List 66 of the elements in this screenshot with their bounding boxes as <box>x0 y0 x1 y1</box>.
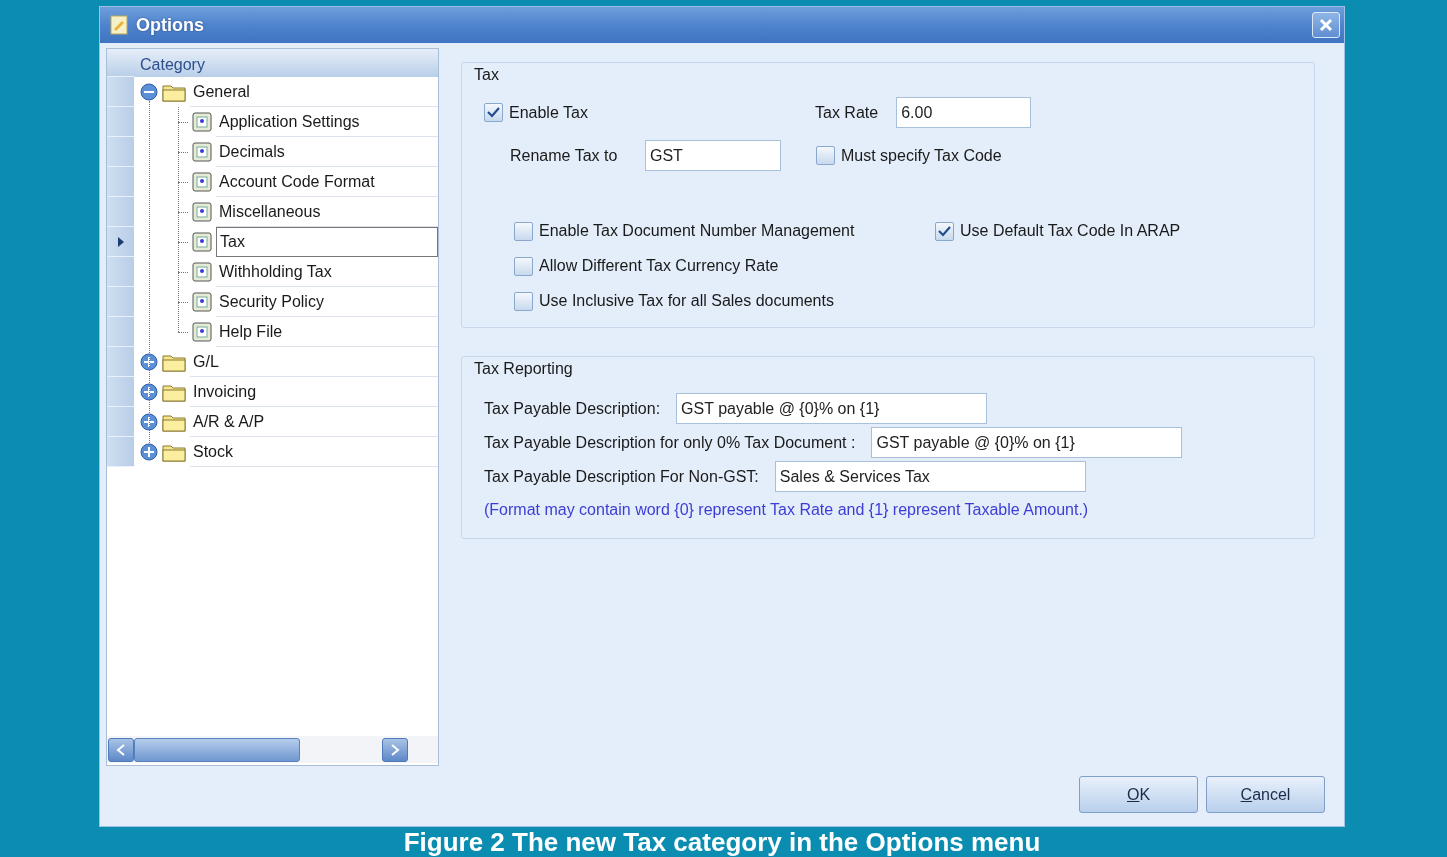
text-field[interactable]: Sales & Services Tax <box>774 461 1086 492</box>
checkbox-label[interactable]: Must specify Tax Code <box>841 143 1002 168</box>
settings-page-icon <box>192 232 212 252</box>
tree-item[interactable]: Account Code Format <box>216 167 438 197</box>
tree-item[interactable]: Withholding Tax <box>216 257 438 287</box>
settings-page-icon <box>192 322 212 342</box>
settings-page-icon <box>192 292 212 312</box>
text-field[interactable]: GST payable @ {0}% on {1} <box>676 393 988 424</box>
folder-icon <box>162 442 186 462</box>
tree-item[interactable]: A/R & A/P <box>190 407 438 437</box>
text-field[interactable]: GST <box>645 140 781 171</box>
settings-page-icon <box>192 202 212 222</box>
tree-item[interactable]: Decimals <box>216 137 438 167</box>
checkbox[interactable] <box>514 221 533 241</box>
field-label: Tax Payable Description For Non-GST: <box>484 466 759 487</box>
text-field[interactable]: 6.00 <box>896 97 1032 128</box>
scroll-right-button[interactable] <box>382 737 408 762</box>
tree-item[interactable]: Stock <box>190 437 438 467</box>
checkbox[interactable] <box>935 221 954 241</box>
checkbox-label[interactable]: Enable Tax Document Number Management <box>539 219 855 243</box>
folder-icon <box>162 352 186 372</box>
checkbox[interactable] <box>514 256 533 276</box>
figure-caption: Figure 2 The new Tax category in the Options menu <box>402 827 1042 857</box>
field-label: Tax Payable Description: <box>484 398 661 419</box>
settings-page-icon <box>192 172 212 192</box>
checkbox-label[interactable]: Enable Tax <box>509 100 588 125</box>
format-note: (Format may contain word {0} represent Tax Rate and {1} represent Taxable Amount.) <box>484 500 1090 520</box>
field-label: Rename Tax to <box>510 145 619 166</box>
check-icon <box>487 107 500 118</box>
close-button[interactable] <box>1312 12 1340 38</box>
tree-item[interactable]: Security Policy <box>216 287 438 317</box>
tree-item[interactable]: General <box>190 77 438 107</box>
row-selector[interactable] <box>107 227 134 257</box>
settings-page-icon <box>192 112 212 132</box>
tree-item[interactable]: Miscellaneous <box>216 197 438 227</box>
tree-item[interactable]: Tax <box>216 227 438 257</box>
check-icon <box>938 225 951 237</box>
folder-icon <box>162 82 186 102</box>
checkbox-label[interactable]: Use Default Tax Code In ARAP <box>960 219 1181 243</box>
tree-header: Category <box>139 55 206 75</box>
checkbox[interactable] <box>514 291 533 311</box>
folder-icon <box>162 382 186 402</box>
tree-item[interactable]: Invoicing <box>190 377 438 407</box>
checkbox[interactable] <box>816 146 835 165</box>
checkbox-label[interactable]: Use Inclusive Tax for all Sales documents <box>539 289 834 313</box>
field-label: Tax Payable Description for only 0% Tax Document : <box>484 432 856 453</box>
dialog-button[interactable]: Cancel <box>1206 776 1325 813</box>
tree-item[interactable]: Application Settings <box>216 107 438 137</box>
checkbox[interactable] <box>484 103 503 122</box>
scroll-thumb[interactable] <box>134 737 300 762</box>
tree-item[interactable]: G/L <box>190 347 438 377</box>
settings-page-icon <box>192 142 212 162</box>
text-field[interactable]: GST payable @ {0}% on {1} <box>871 427 1183 458</box>
settings-page-icon <box>192 262 212 282</box>
checkbox-label[interactable]: Allow Different Tax Currency Rate <box>539 254 779 278</box>
dialog-button[interactable]: OK <box>1079 776 1198 813</box>
window-title: Options <box>136 13 204 37</box>
tree-item[interactable]: Help File <box>216 317 438 347</box>
scroll-left-button[interactable] <box>108 737 134 762</box>
close-icon <box>1319 18 1333 32</box>
group-title: Tax <box>474 65 500 85</box>
app-icon <box>110 15 128 35</box>
field-label: Tax Rate <box>815 102 879 123</box>
row-pointer-icon <box>116 235 125 248</box>
group-title: Tax Reporting <box>474 359 574 379</box>
folder-icon <box>162 412 186 432</box>
